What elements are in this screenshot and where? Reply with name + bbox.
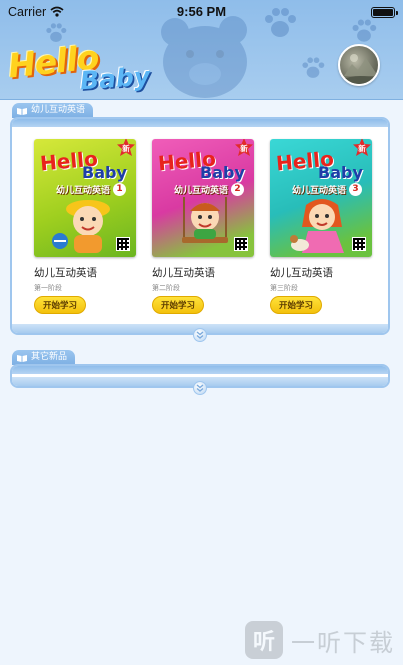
cover-level-number: 1 <box>113 183 126 196</box>
qr-code-icon <box>352 237 366 251</box>
cover-level-number: 3 <box>349 183 362 196</box>
chevron-double-down-icon <box>196 331 204 339</box>
book-card[interactable]: Hello Baby 幼儿互动英语 1 新 幼儿互动英语 第一阶段 开始学习 <box>34 139 142 314</box>
book-icon <box>17 354 27 362</box>
battery-icon <box>371 7 398 18</box>
avatar-photo-icon <box>340 54 378 84</box>
book-level: 第三阶段 <box>270 284 298 292</box>
cover-subtitle: 幼儿互动英语 <box>174 186 229 196</box>
watermark-text: 一听下载 <box>291 628 395 657</box>
book-card[interactable]: Hello Baby 幼儿互动英语 2 新 幼儿互动英语 第二阶段 开始学习 <box>152 139 260 314</box>
new-badge-text: 新 <box>122 143 130 153</box>
cover-baby-text: Baby <box>82 163 127 182</box>
watermark: 听 一听下载 <box>245 618 395 662</box>
book-card[interactable]: Hello Baby 幼儿互动英语 3 新 幼儿互动英语 第三阶段 开始学习 <box>270 139 378 314</box>
start-learning-button[interactable]: 开始学习 <box>152 296 204 314</box>
hello-baby-logo: Hello Baby <box>6 37 163 99</box>
cover-baby-text: Baby <box>200 163 245 182</box>
bear-illustration-icon <box>161 16 247 98</box>
start-learning-button[interactable]: 开始学习 <box>270 296 322 314</box>
user-avatar[interactable] <box>338 44 380 86</box>
app-header: Carrier 9:56 PM Hello Baby <box>0 0 403 100</box>
cover-subtitle: 幼儿互动英语 <box>56 186 111 196</box>
status-bar: Carrier 9:56 PM <box>0 0 403 24</box>
book-panel-interactive-english: Hello Baby 幼儿互动英语 1 新 幼儿互动英语 第一阶段 开始学习 H… <box>10 117 390 342</box>
kid-illustration-icon <box>52 200 110 253</box>
section-label-other-products: 其它新品 <box>12 350 76 365</box>
expand-toggle-button[interactable] <box>193 381 207 395</box>
start-learning-button[interactable]: 开始学习 <box>34 296 86 314</box>
panel-top-bar <box>12 119 388 127</box>
section-label-text: 幼儿互动英语 <box>31 105 86 115</box>
cover-subtitle: 幼儿互动英语 <box>292 186 347 196</box>
new-badge-text: 新 <box>358 143 366 153</box>
new-badge-icon: 新 <box>235 139 253 156</box>
logo-baby-text: Baby <box>79 61 152 96</box>
book-cover[interactable]: Hello Baby 幼儿互动英语 3 新 <box>270 139 372 257</box>
book-title: 幼儿互动英语 <box>152 267 215 279</box>
book-cover[interactable]: Hello Baby 幼儿互动英语 2 新 <box>152 139 254 257</box>
new-badge-icon: 新 <box>353 139 371 156</box>
book-cover[interactable]: Hello Baby 幼儿互动英语 1 新 <box>34 139 136 257</box>
new-badge-icon: 新 <box>117 139 135 156</box>
chevron-double-down-icon <box>196 384 204 392</box>
kid-on-swing-illustration-icon <box>182 197 228 243</box>
book-title: 幼儿互动英语 <box>270 267 333 279</box>
book-panel-other-products <box>10 364 390 395</box>
book-level: 第二阶段 <box>152 284 180 292</box>
qr-code-icon <box>234 237 248 251</box>
paw-print-icon <box>302 57 325 78</box>
qr-code-icon <box>116 237 130 251</box>
book-title: 幼儿互动英语 <box>34 267 97 279</box>
cover-level-number: 2 <box>231 183 244 196</box>
expand-toggle-button[interactable] <box>193 328 207 342</box>
section-label-interactive-english: 幼儿互动英语 <box>12 103 94 118</box>
status-time: 9:56 PM <box>176 4 227 19</box>
section-label-text: 其它新品 <box>31 352 68 362</box>
girl-with-dog-illustration-icon <box>290 199 344 253</box>
new-badge-text: 新 <box>240 143 248 153</box>
panel-top-bar <box>12 366 388 374</box>
cover-baby-text: Baby <box>318 163 363 182</box>
book-icon <box>17 107 27 115</box>
watermark-logo: 听 <box>245 621 283 659</box>
book-level: 第一阶段 <box>34 284 62 292</box>
